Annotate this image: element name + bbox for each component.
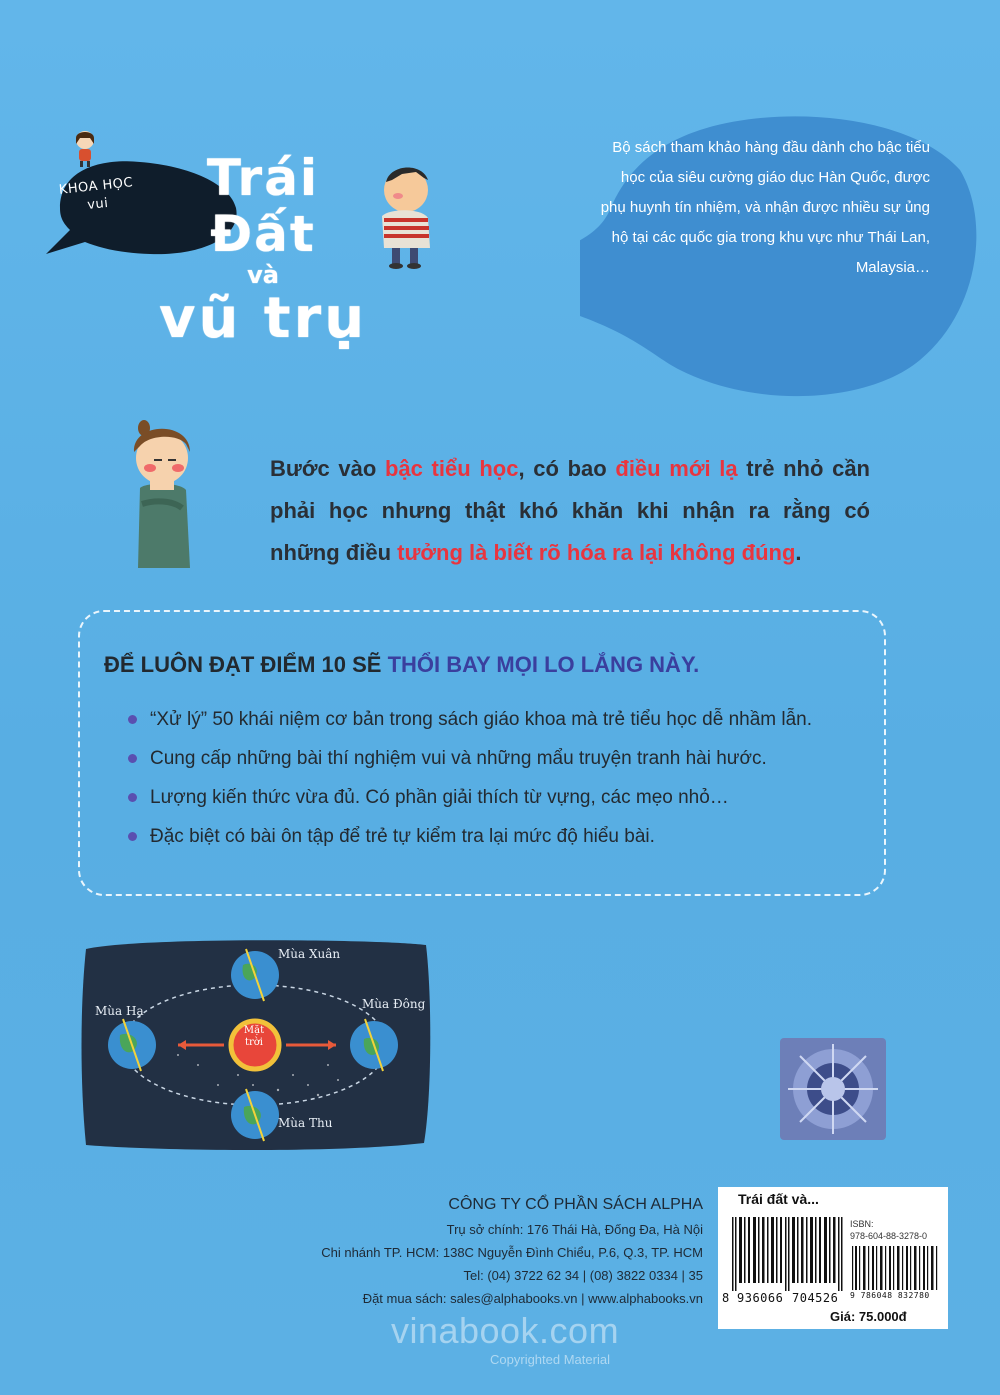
sun-label-line1: Mặt [243,1025,265,1036]
publisher-branch: Chi nhánh TP. HCM: 138C Nguyễn Đình Chiể… [321,1245,703,1260]
bullet-icon [128,754,137,763]
benefit-text: Cung cấp những bài thí nghiệm vui và nhữ… [150,748,767,769]
publisher-name: CÔNG TY CỔ PHẦN SÁCH ALPHA [448,1196,703,1213]
sun-label: Mặt trời [236,1025,272,1049]
benefit-text: Đặc biệt có bài ôn tập để trẻ tự kiểm tr… [150,826,655,847]
intro-highlight-1: bậc tiểu học [384,456,519,481]
intro-highlight-3: tưởng là biết rõ hóa ra lại không đúng [397,540,796,565]
publisher-tel: Tel: (04) 3722 62 34 | (08) 3822 0334 | … [463,1268,703,1283]
benefits-heading-plain: ĐỂ LUÔN ĐẠT ĐIỂM 10 SẼ [104,652,388,677]
isbn-digits: 9 786048 832780 [850,1291,930,1300]
benefits-heading: ĐỂ LUÔN ĐẠT ĐIỂM 10 SẼ THỔI BAY MỌI LO L… [104,652,699,678]
list-item: Đặc biệt có bài ôn tập để trẻ tự kiểm tr… [128,817,868,856]
intro-text-2: , có bao [518,456,616,481]
price-label: Giá: 75.000đ [830,1309,907,1324]
hologram-sticker [780,1038,886,1140]
label-autumn: Mùa Thu [278,1116,333,1130]
label-summer: Mùa Hạ [95,1004,144,1018]
label-spring: Mùa Xuân [278,947,341,961]
title-line1: Trái Đất [206,149,320,263]
intro-text-1: Bước vào [270,456,385,481]
book-title: Trái Đất và vũ trụ [148,150,378,350]
publisher-info: CÔNG TY CỔ PHẦN SÁCH ALPHA Trụ sở chính:… [300,1194,703,1310]
bullet-icon [128,715,137,724]
benefit-list: “Xử lý” 50 khái niệm cơ bản trong sách g… [128,700,868,856]
barcode-digits-right: 704526 [792,1291,839,1305]
intro-text-4: . [795,540,802,565]
list-item: “Xử lý” 50 khái niệm cơ bản trong sách g… [128,700,868,739]
isbn-barcode [852,1246,938,1290]
benefit-text: Lượng kiến thức vừa đủ. Có phần giải thí… [150,787,729,808]
title-line3: vũ trụ [158,286,368,351]
intro-highlight-2: điều mới lạ [615,456,738,481]
publisher-order: Đặt mua sách: sales@alphabooks.vn | www.… [362,1291,703,1306]
intro-paragraph: Bước vào bậc tiểu học, có bao điều mới l… [270,448,870,574]
boy-illustration [382,167,430,269]
benefits-heading-highlight: THỔI BAY MỌI LO LẮNG NÀY. [387,652,700,677]
publisher-hq: Trụ sở chính: 176 Thái Hà, Đống Đa, Hà N… [446,1222,703,1237]
bullet-icon [128,832,137,841]
title-line2: và [247,261,279,289]
list-item: Lượng kiến thức vừa đủ. Có phần giải thí… [128,778,868,817]
girl-illustration [76,131,94,167]
watermark-copyright: Copyrighted Material [490,1352,610,1367]
bullet-icon [128,793,137,802]
series-label-line2: vui [86,195,110,214]
isbn-value: 978-604-88-3278-0 [850,1231,928,1241]
list-item: Cung cấp những bài thí nghiệm vui và nhữ… [128,739,868,778]
woman-illustration [133,420,190,568]
benefit-text: “Xử lý” 50 khái niệm cơ bản trong sách g… [150,709,813,730]
barcode-digit-lead: 8 [722,1291,730,1305]
barcode-digits-left: 936066 [737,1291,784,1305]
watermark-site: vinabook.com [390,1310,620,1351]
speech-bubble-text: Bộ sách tham khảo hàng đầu dành cho bậc … [600,139,930,276]
sun-label-line2: trời [244,1037,264,1048]
ean-barcode [732,1217,843,1291]
label-winter: Mùa Đông [362,997,426,1011]
isbn-label: ISBN: [850,1219,874,1229]
barcode-title: Trái đất và... [738,1191,819,1207]
